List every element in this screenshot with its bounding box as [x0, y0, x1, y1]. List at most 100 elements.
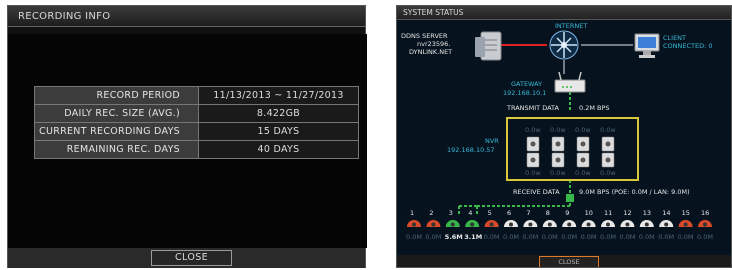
camera-row [407, 220, 712, 227]
client-monitor-icon [634, 33, 660, 58]
client-label: CLIENT [663, 34, 687, 42]
hdd-value: 0.0w [600, 126, 616, 134]
camera-bitrate: 0.0M [425, 233, 442, 241]
camera-lens [489, 222, 494, 227]
camera-lens [606, 222, 610, 227]
camera-bitrate: 0.0M [677, 233, 694, 241]
close-button[interactable]: CLOSE [151, 250, 232, 266]
camera-bitrate: 0.0M [697, 233, 713, 241]
row-label: REMAINING REC. DAYS [34, 140, 199, 159]
recording-info-panel: RECORD PERIOD 11/13/2013 ~ 11/27/2013 DA… [8, 34, 367, 248]
row-label: RECORD PERIOD [34, 86, 199, 105]
ddns-domain: DYNLINK.NET [409, 48, 453, 56]
camera-lens [509, 222, 513, 227]
camera-number: 11 [604, 209, 613, 217]
camera-bitrate: 0.0M [503, 233, 519, 241]
client-connected: CONNECTED: 0 [663, 42, 713, 50]
camera-lens [412, 222, 416, 227]
row-value: 40 DAYS [198, 140, 359, 159]
camera-number: 1 [410, 209, 415, 217]
camera-number: 9 [565, 209, 570, 217]
camera-number: 10 [584, 209, 593, 217]
hdd-value: 0.0w [600, 169, 616, 177]
nvr-label: NVR [485, 137, 499, 145]
hdd-value: 0.0w [525, 169, 541, 177]
camera-bitrate: 0.0M [561, 233, 578, 241]
router-icon [554, 71, 586, 93]
switch-icon [566, 194, 574, 202]
camera-bitrate: 0.0M [483, 233, 500, 241]
camera-number: 16 [701, 209, 710, 217]
camera-bitrate: 0.0M [580, 233, 597, 241]
camera-number: 13 [642, 209, 652, 217]
camera-bitrate: 3.1M [464, 233, 483, 241]
hdd-icon [526, 136, 615, 168]
transmit-value: 0.2M BPS [579, 104, 610, 112]
camera-number: 15 [681, 209, 690, 217]
nvr-ip: 192.168.10.57 [447, 146, 495, 154]
table-row: RECORD PERIOD 11/13/2013 ~ 11/27/2013 [34, 86, 359, 105]
camera-number: 12 [623, 209, 632, 217]
camera-lens [683, 222, 688, 227]
camera-bitrate: 0.0M [522, 233, 539, 241]
receive-value: 9.0M BPS (POE: 0.0M / LAN: 9.0M) [579, 188, 690, 196]
hdd-value: 0.0w [525, 126, 541, 134]
receive-label: RECEIVE DATA [513, 188, 560, 196]
transmit-label: TRANSMIT DATA [507, 104, 559, 112]
row-label: CURRENT RECORDING DAYS [34, 122, 199, 141]
camera-bitrate: 0.0M [600, 233, 616, 241]
close-button[interactable]: CLOSE [539, 256, 599, 267]
hdd-value: 0.0w [550, 169, 566, 177]
camera-number: 5 [487, 209, 492, 217]
gateway-label: GATEWAY [511, 80, 543, 88]
camera-number: 6 [507, 209, 512, 217]
camera-bitrate: 5.6M [444, 233, 463, 241]
hdd-value: 0.0w [550, 126, 566, 134]
row-value: 11/13/2013 ~ 11/27/2013 [198, 86, 359, 105]
camera-number: 8 [545, 209, 550, 217]
window-title: RECORDING INFO [8, 6, 365, 27]
camera-lens [625, 222, 630, 227]
table-row: DAILY REC. SIZE (AVG.) 8.422GB [34, 104, 359, 123]
camera-number: 4 [468, 209, 473, 217]
hdd-value: 0.0w [575, 169, 591, 177]
ddns-host: nvr23596. [417, 40, 451, 48]
camera-number: 3 [448, 209, 453, 217]
camera-number: 14 [662, 209, 671, 217]
ddns-label: DDNS SERVER [401, 32, 448, 40]
camera-bitrate: 0.0M [658, 233, 675, 241]
window-footer: CLOSE [8, 248, 365, 268]
window-footer: CLOSE [397, 255, 731, 267]
camera-lens [664, 222, 669, 227]
camera-lens [586, 222, 591, 227]
table-row: REMAINING REC. DAYS 40 DAYS [34, 140, 359, 159]
row-label: DAILY REC. SIZE (AVG.) [34, 104, 199, 123]
camera-lens [703, 222, 707, 227]
recording-info-window: RECORDING INFO RECORD PERIOD 11/13/2013 … [7, 5, 367, 268]
camera-number: 7 [526, 209, 531, 217]
camera-lens [470, 222, 475, 227]
system-status-window: SYSTEM STATUS DDNS SERVER nvr23596. DYNL… [396, 5, 732, 268]
server-icon [475, 31, 502, 61]
system-status-panel: DDNS SERVER nvr23596. DYNLINK.NET INTERN… [397, 20, 731, 255]
recording-info-table: RECORD PERIOD 11/13/2013 ~ 11/27/2013 DA… [34, 86, 359, 159]
row-value: 15 DAYS [198, 122, 359, 141]
camera-lens [567, 222, 572, 227]
camera-bitrate: 0.0M [638, 233, 655, 241]
hdd-value: 0.0w [575, 126, 591, 134]
camera-bitrate: 0.0M [541, 233, 558, 241]
camera-bitrate: 0.0M [406, 233, 422, 241]
internet-icon [549, 30, 579, 60]
camera-lens [431, 222, 436, 227]
camera-lens [528, 222, 533, 227]
camera-lens [547, 222, 552, 227]
gateway-ip: 192.168.10.1 [503, 89, 547, 97]
table-row: CURRENT RECORDING DAYS 15 DAYS [34, 122, 359, 141]
camera-number: 2 [429, 209, 434, 217]
camera-lens [644, 222, 649, 227]
window-title: SYSTEM STATUS [397, 6, 731, 20]
camera-bitrate: 0.0M [619, 233, 636, 241]
internet-label: INTERNET [555, 22, 588, 30]
camera-lens [450, 222, 455, 227]
row-value: 8.422GB [198, 104, 359, 123]
